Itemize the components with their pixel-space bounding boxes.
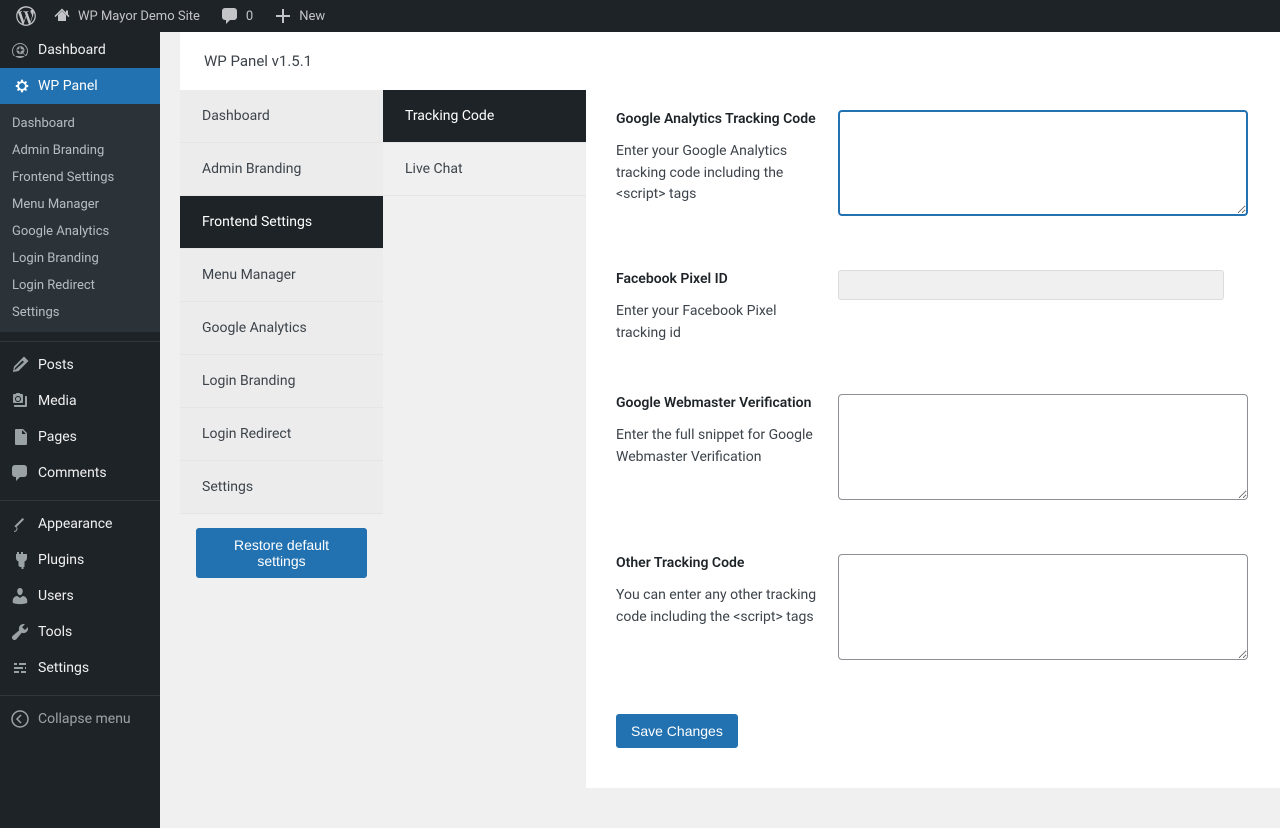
ga-tracking-desc: Enter your Google Analytics tracking cod… <box>616 141 818 206</box>
tab-dashboard[interactable]: Dashboard <box>180 90 383 143</box>
menu-settings[interactable]: Settings <box>0 650 160 686</box>
tab-tracking-code[interactable]: Tracking Code <box>383 90 586 143</box>
submenu-wp-panel: Dashboard Admin Branding Frontend Settin… <box>0 104 160 332</box>
admin-topbar: WP Mayor Demo Site 0 New <box>0 0 1280 32</box>
home-icon <box>52 6 72 26</box>
admin-sidebar: Dashboard WP Panel Dashboard Admin Brand… <box>0 32 160 828</box>
settings-form: Google Analytics Tracking Code Enter you… <box>586 90 1280 788</box>
sub-menu-manager[interactable]: Menu Manager <box>0 191 160 218</box>
other-tracking-textarea[interactable] <box>838 554 1248 660</box>
menu-users[interactable]: Users <box>0 578 160 614</box>
tab-login-branding[interactable]: Login Branding <box>180 355 383 408</box>
page-icon <box>10 427 30 447</box>
primary-tabs: Dashboard Admin Branding Frontend Settin… <box>180 90 383 788</box>
sub-login-redirect[interactable]: Login Redirect <box>0 272 160 299</box>
restore-defaults-button[interactable]: Restore default settings <box>196 528 367 578</box>
tab-frontend-settings[interactable]: Frontend Settings <box>180 196 383 249</box>
collapse-menu[interactable]: Collapse menu <box>0 701 160 737</box>
menu-posts[interactable]: Posts <box>0 347 160 383</box>
menu-comments[interactable]: Comments <box>0 455 160 491</box>
ga-tracking-label: Google Analytics Tracking Code <box>616 110 818 129</box>
tab-settings[interactable]: Settings <box>180 461 383 514</box>
menu-tools[interactable]: Tools <box>0 614 160 650</box>
tab-admin-branding[interactable]: Admin Branding <box>180 143 383 196</box>
comment-icon <box>220 6 240 26</box>
tab-live-chat[interactable]: Live Chat <box>383 143 586 196</box>
new-label: New <box>299 9 325 24</box>
save-changes-button[interactable]: Save Changes <box>616 714 738 748</box>
new-link[interactable]: New <box>265 0 333 32</box>
fb-pixel-input[interactable] <box>838 270 1224 300</box>
plus-icon <box>273 6 293 26</box>
wrench-icon <box>10 622 30 642</box>
pin-icon <box>10 355 30 375</box>
gwv-label: Google Webmaster Verification <box>616 394 818 413</box>
dashboard-icon <box>10 40 30 60</box>
fb-pixel-desc: Enter your Facebook Pixel tracking id <box>616 301 818 344</box>
menu-wp-panel[interactable]: WP Panel <box>0 68 160 104</box>
sub-frontend-settings[interactable]: Frontend Settings <box>0 164 160 191</box>
tab-login-redirect[interactable]: Login Redirect <box>180 408 383 461</box>
menu-pages[interactable]: Pages <box>0 419 160 455</box>
user-icon <box>10 586 30 606</box>
wp-logo[interactable] <box>8 0 44 32</box>
menu-appearance[interactable]: Appearance <box>0 506 160 542</box>
sub-google-analytics[interactable]: Google Analytics <box>0 218 160 245</box>
secondary-tabs: Tracking Code Live Chat <box>383 90 586 788</box>
tab-google-analytics[interactable]: Google Analytics <box>180 302 383 355</box>
site-name: WP Mayor Demo Site <box>78 9 200 24</box>
sliders-icon <box>10 658 30 678</box>
page-title: WP Panel v1.5.1 <box>180 32 1280 90</box>
ga-tracking-textarea[interactable] <box>838 110 1248 216</box>
other-tracking-desc: You can enter any other tracking code in… <box>616 585 818 628</box>
plug-icon <box>10 550 30 570</box>
sub-admin-branding[interactable]: Admin Branding <box>0 137 160 164</box>
tab-menu-manager[interactable]: Menu Manager <box>180 249 383 302</box>
comments-count: 0 <box>246 9 253 24</box>
comments-link[interactable]: 0 <box>212 0 261 32</box>
media-icon <box>10 391 30 411</box>
menu-media[interactable]: Media <box>0 383 160 419</box>
menu-dashboard[interactable]: Dashboard <box>0 32 160 68</box>
brush-icon <box>10 514 30 534</box>
gwv-desc: Enter the full snippet for Google Webmas… <box>616 425 818 468</box>
fb-pixel-label: Facebook Pixel ID <box>616 270 818 289</box>
other-tracking-label: Other Tracking Code <box>616 554 818 573</box>
menu-plugins[interactable]: Plugins <box>0 542 160 578</box>
sub-dashboard[interactable]: Dashboard <box>0 110 160 137</box>
gwv-textarea[interactable] <box>838 394 1248 500</box>
sub-login-branding[interactable]: Login Branding <box>0 245 160 272</box>
collapse-icon <box>10 709 30 729</box>
wordpress-icon <box>16 6 36 26</box>
site-link[interactable]: WP Mayor Demo Site <box>44 0 208 32</box>
sub-settings[interactable]: Settings <box>0 299 160 326</box>
main-content: WP Panel v1.5.1 Dashboard Admin Branding… <box>160 32 1280 828</box>
gear-icon <box>10 76 30 96</box>
comments-icon <box>10 463 30 483</box>
